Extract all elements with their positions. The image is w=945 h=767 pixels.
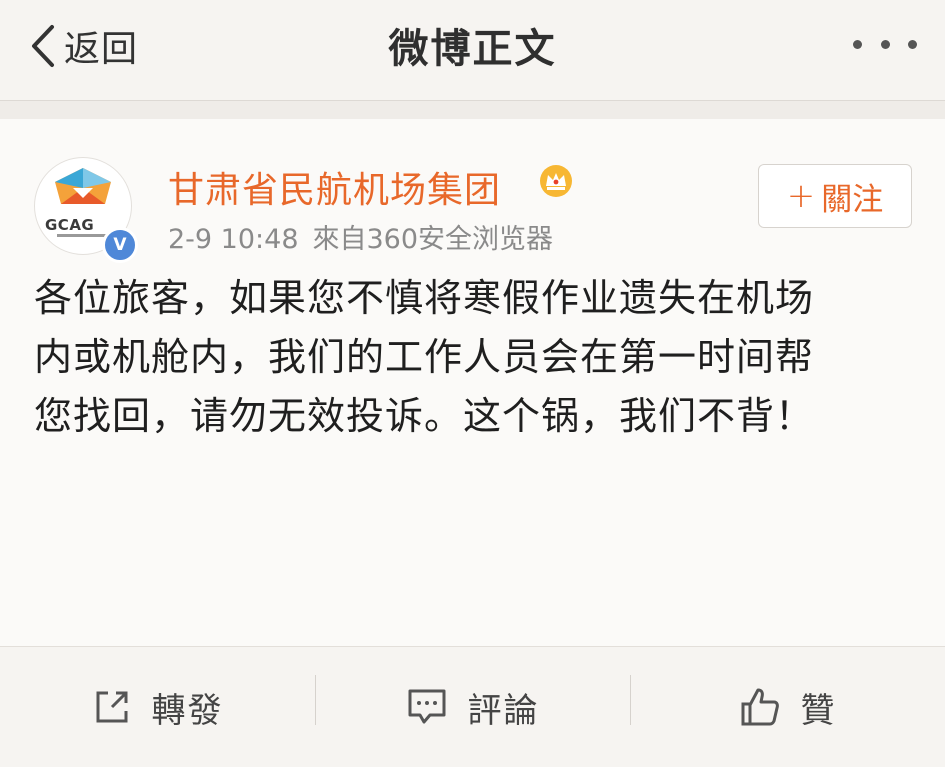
post-text-line: 您找回，请勿无效投诉。这个锅，我们不背！ (34, 394, 815, 438)
action-bar: 轉發 評論 贊 (0, 646, 945, 767)
verified-icon: V (102, 227, 138, 263)
section-gap (0, 101, 945, 119)
like-label: 贊 (800, 690, 837, 731)
top-navbar: 返回 微博正文 (0, 0, 945, 101)
more-dots-icon[interactable] (853, 34, 917, 54)
page-title: 微博正文 (388, 26, 557, 72)
author-name[interactable]: 甘肃省民航机场集团 (168, 161, 501, 213)
avatar-text: GCAG (45, 216, 95, 234)
plus-icon: + (786, 176, 816, 216)
comment-label: 評論 (467, 690, 540, 731)
follow-button[interactable]: + 關注 (758, 164, 912, 228)
post-time: 2-9 10:48 (168, 224, 299, 255)
post-source: 來自360安全浏览器 (312, 224, 554, 255)
dot (853, 39, 862, 49)
repost-label: 轉發 (151, 690, 224, 731)
dot (880, 39, 890, 49)
share-icon (96, 691, 127, 723)
comment-icon (408, 689, 445, 724)
repost-button[interactable]: 轉發 (0, 647, 315, 767)
comment-button[interactable]: 評論 (315, 647, 630, 767)
crown-icon[interactable] (538, 163, 574, 199)
dot (908, 39, 917, 49)
follow-label: 關注 (821, 181, 884, 218)
post-meta: 2-9 10:48 來自360安全浏览器 (168, 217, 553, 256)
like-button[interactable]: 贊 (630, 647, 945, 767)
thumbs-up-icon (741, 688, 779, 726)
post-card: GCAG V 甘肃省民航机场集团 2-9 10:48 來自360安全浏览器 + 關… (0, 119, 945, 646)
post-text-line: 各位旅客，如果您不慎将寒假作业遗失在机场 (34, 276, 815, 320)
post-text-line: 内或机舱内，我们的工作人员会在第一时间帮 (34, 335, 815, 379)
post-body: 各位旅客，如果您不慎将寒假作业遗失在机场 内或机舱内，我们的工作人员会在第一时间… (34, 269, 914, 446)
